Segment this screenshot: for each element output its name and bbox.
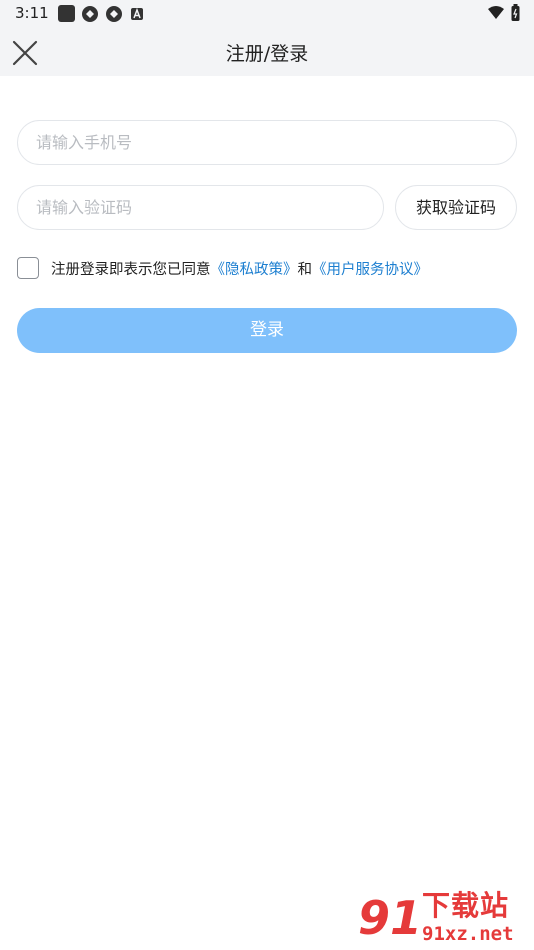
battery-icon [511, 4, 520, 21]
get-code-button[interactable]: 获取验证码 [395, 185, 517, 230]
sync-icon [82, 6, 98, 22]
notification-icons [58, 5, 145, 23]
status-bar: 3:11 [0, 0, 534, 28]
a-badge-icon [131, 7, 143, 20]
agreement-checkbox[interactable] [17, 257, 39, 279]
privacy-policy-link[interactable]: 《隐私政策》 [211, 262, 298, 278]
system-icons [487, 4, 520, 21]
wifi-icon [488, 5, 504, 19]
app-header: 注册/登录 [0, 28, 534, 76]
sync-icon [106, 6, 122, 22]
watermark-number: 91 [358, 891, 423, 945]
app-square-icon [58, 5, 75, 22]
watermark-brand: 下载站 [422, 889, 510, 922]
agreement-text: 注册登录即表示您已同意《隐私政策》和《用户服务协议》 [51, 258, 428, 279]
verification-code-input[interactable] [18, 186, 383, 229]
status-time: 3:11 [15, 4, 49, 22]
watermark-url: 91xz.net [422, 923, 514, 945]
agreement-conjunction: 和 [297, 262, 313, 278]
verification-code-field[interactable] [17, 185, 384, 230]
user-agreement-link[interactable]: 《用户服务协议》 [312, 262, 428, 278]
page-title: 注册/登录 [225, 43, 309, 65]
phone-input[interactable] [18, 121, 516, 164]
phone-field[interactable] [17, 120, 517, 165]
agreement-prefix: 注册登录即表示您已同意 [51, 262, 211, 278]
login-button[interactable]: 登录 [17, 308, 517, 353]
site-watermark: 91 下载站 91xz.net [358, 890, 530, 948]
